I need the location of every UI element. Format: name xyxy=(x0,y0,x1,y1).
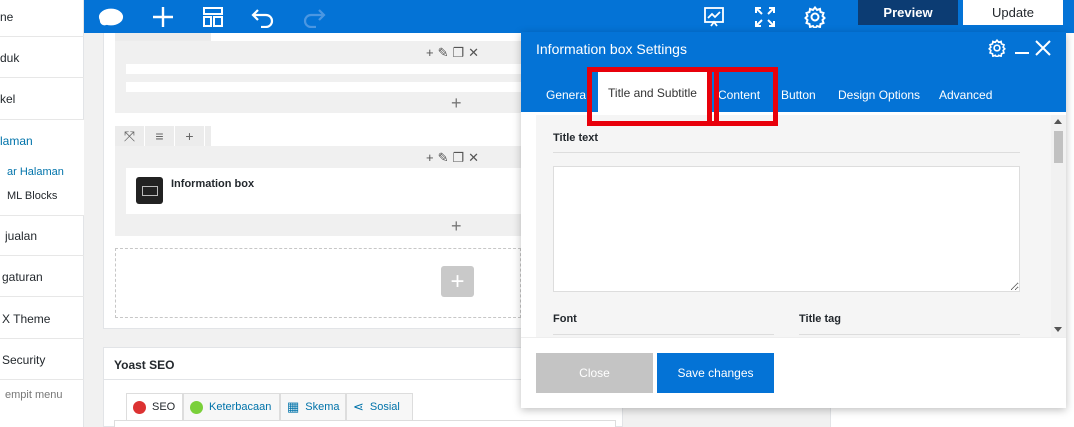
sidebar-divider xyxy=(0,215,84,216)
modal-settings-gear-icon[interactable] xyxy=(988,38,1006,59)
add-row-plus-icon[interactable]: + xyxy=(441,266,474,297)
sidebar-item-settings[interactable]: gaturan xyxy=(2,270,86,284)
yoast-tab-schema[interactable]: ▦ Skema xyxy=(280,393,346,420)
undo-icon[interactable] xyxy=(250,4,276,30)
update-button[interactable]: Update xyxy=(963,0,1063,25)
title-tag-label: Title tag xyxy=(799,313,841,325)
sidebar-item-articles[interactable]: kel xyxy=(0,92,84,106)
tab-label: Skema xyxy=(305,401,340,413)
yoast-title: Yoast SEO xyxy=(114,358,175,372)
modal-title: Information box Settings xyxy=(536,41,687,57)
save-changes-button[interactable]: Save changes xyxy=(657,353,774,393)
happy-face-icon xyxy=(190,400,203,414)
admin-sidebar: ne duk kel laman ar Halaman ML Blocks ju… xyxy=(0,0,84,427)
clone-icon[interactable]: ❐ xyxy=(453,150,465,166)
clone-icon[interactable]: ❐ xyxy=(453,45,465,61)
delete-x-icon[interactable]: ✕ xyxy=(468,45,479,61)
edit-pencil-icon[interactable]: ✎ xyxy=(438,45,449,61)
sidebar-divider xyxy=(0,36,84,37)
title-text-input[interactable] xyxy=(553,166,1020,292)
column-tools: + ✎ ❐ ✕ xyxy=(426,45,479,61)
scroll-down-arrow-icon[interactable] xyxy=(1054,327,1062,332)
row-move-icon[interactable]: ⤧ xyxy=(115,126,145,146)
logo-cloud-icon[interactable] xyxy=(98,4,124,30)
field-divider xyxy=(799,334,1020,335)
sidebar-divider xyxy=(0,119,84,120)
field-divider xyxy=(553,152,1020,153)
tab-design-options[interactable]: Design Options xyxy=(838,82,920,112)
sidebar-item-products[interactable]: duk xyxy=(0,51,84,65)
fullscreen-icon[interactable] xyxy=(752,4,778,30)
highlight-box-title-tab xyxy=(587,67,719,126)
yoast-tab-social[interactable]: ⋖ Sosial xyxy=(346,393,413,420)
minimize-icon[interactable] xyxy=(1013,39,1031,57)
templates-icon[interactable] xyxy=(200,4,226,30)
title-text-label: Title text xyxy=(553,132,599,144)
sidebar-collapse-menu[interactable]: empit menu xyxy=(5,389,89,401)
sidebar-divider xyxy=(0,77,84,78)
grid-icon: ▦ xyxy=(287,399,300,414)
font-label: Font xyxy=(553,313,577,325)
yoast-tab-content xyxy=(114,420,616,427)
sidebar-item-theme[interactable]: X Theme xyxy=(2,312,86,326)
close-button[interactable]: Close xyxy=(536,353,653,393)
yoast-tab-seo[interactable]: SEO xyxy=(126,393,183,420)
modal-scrollbar[interactable] xyxy=(1051,115,1066,337)
builder-toolbar: Preview Update xyxy=(84,0,1074,33)
redo-icon[interactable] xyxy=(301,4,327,30)
sidebar-divider xyxy=(0,338,84,339)
tab-label: Sosial xyxy=(369,401,400,413)
tab-label: Keterbacaan xyxy=(209,401,272,413)
edit-pencil-icon[interactable]: ✎ xyxy=(438,150,449,166)
preview-button[interactable]: Preview xyxy=(858,0,958,25)
sidebar-item-security[interactable]: Security xyxy=(2,353,86,367)
sidebar-subitem-html-blocks[interactable]: ML Blocks xyxy=(7,190,91,202)
row-controls xyxy=(115,33,211,41)
delete-x-icon[interactable]: ✕ xyxy=(468,150,479,166)
add-icon[interactable]: + xyxy=(426,150,434,166)
share-icon: ⋖ xyxy=(353,399,364,414)
modal-footer: Close Save changes xyxy=(521,337,1066,408)
yoast-tab-readability[interactable]: Keterbacaan xyxy=(183,393,280,420)
sidebar-divider xyxy=(0,296,84,297)
scroll-up-arrow-icon[interactable] xyxy=(1054,119,1062,124)
highlight-box-content-tab xyxy=(707,67,778,126)
sidebar-item-home[interactable]: ne xyxy=(0,10,84,24)
sidebar-item-pages[interactable]: laman xyxy=(0,134,84,148)
row-controls: ⤧ ≡ + xyxy=(115,126,211,146)
add-element-plus-icon[interactable]: + xyxy=(451,217,462,235)
row-add-icon[interactable]: + xyxy=(175,126,205,146)
row-layout-icon[interactable]: ≡ xyxy=(145,126,175,146)
information-box-element[interactable]: Information box xyxy=(126,168,526,214)
tab-general[interactable]: General xyxy=(546,82,586,112)
sidebar-item-sales[interactable]: jualan xyxy=(5,229,89,243)
information-box-icon xyxy=(136,177,163,204)
modal-body: Title text Font Title tag xyxy=(536,115,1056,337)
tab-label: SEO xyxy=(152,401,176,413)
close-x-icon[interactable] xyxy=(1034,39,1052,57)
empty-element-slot xyxy=(126,64,521,74)
seo-chart-icon[interactable] xyxy=(701,4,727,30)
column-tools: + ✎ ❐ ✕ xyxy=(426,150,479,166)
element-label: Information box xyxy=(171,178,255,190)
scroll-thumb[interactable] xyxy=(1054,131,1063,163)
add-element-plus-icon[interactable]: + xyxy=(451,94,462,112)
sidebar-subitem-page-list[interactable]: ar Halaman xyxy=(7,166,91,178)
empty-element-slot xyxy=(126,82,521,92)
tab-button[interactable]: Button xyxy=(781,82,816,112)
settings-gear-icon[interactable] xyxy=(802,4,828,30)
tab-advanced[interactable]: Advanced xyxy=(939,82,992,112)
field-divider xyxy=(553,334,774,335)
sad-face-icon xyxy=(133,400,146,414)
add-element-icon[interactable] xyxy=(150,4,176,30)
sidebar-divider xyxy=(0,255,84,256)
sidebar-divider xyxy=(0,379,84,380)
add-icon[interactable]: + xyxy=(426,45,434,61)
